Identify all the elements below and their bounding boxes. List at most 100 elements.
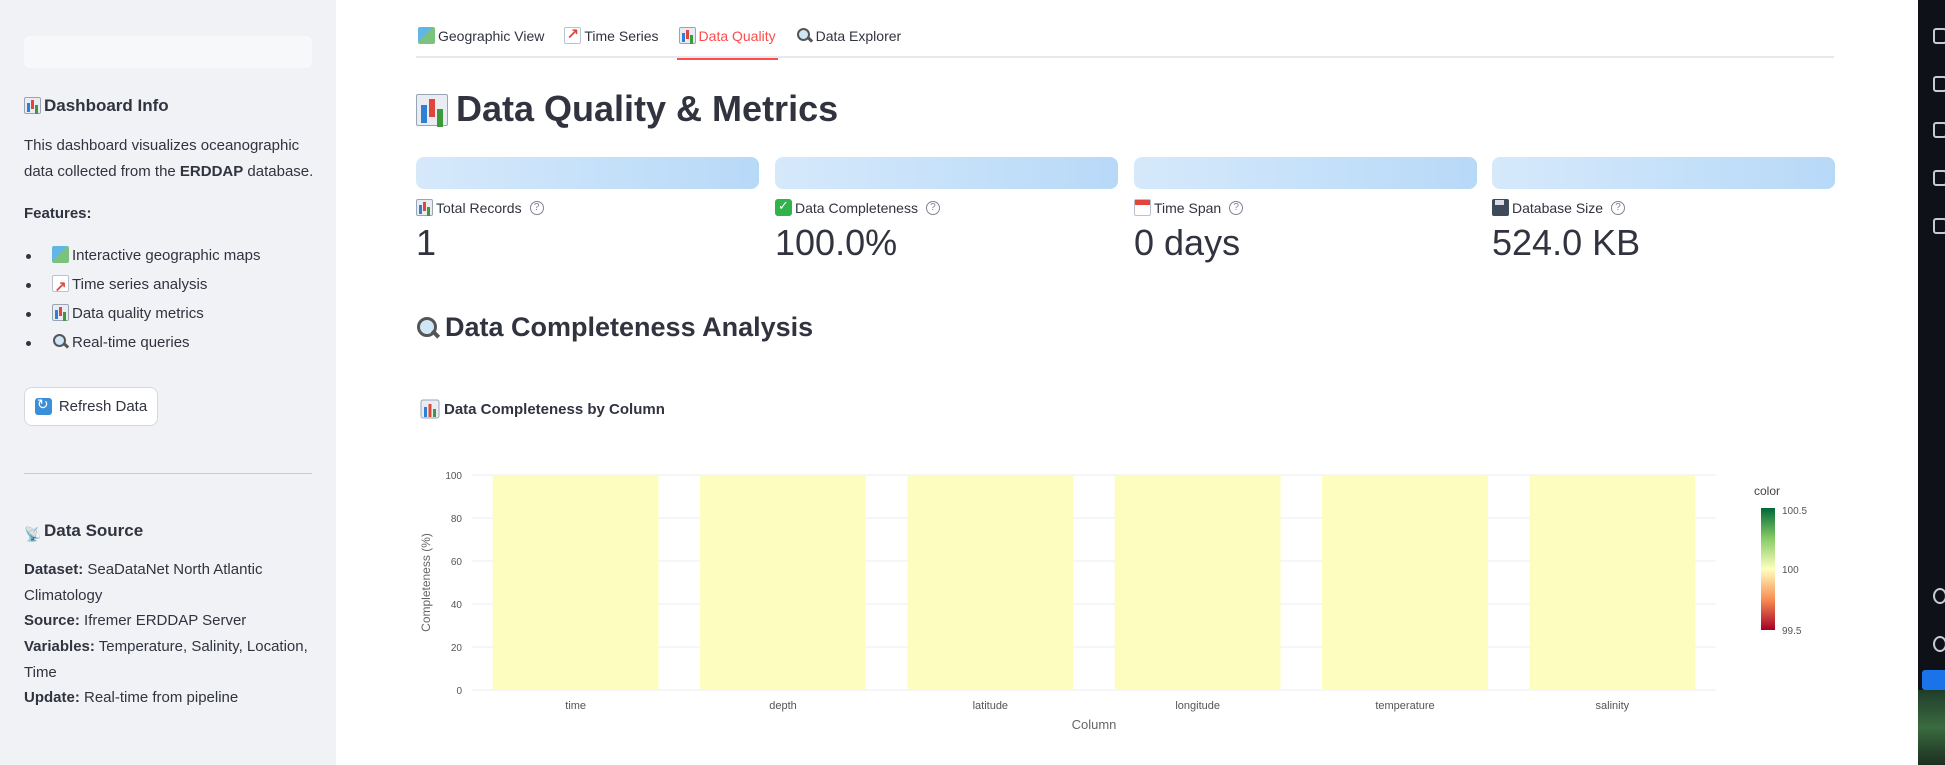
settings-icon[interactable] [1933, 636, 1945, 652]
x-tick-label: time [565, 700, 586, 712]
y-tick-label: 20 [451, 643, 463, 654]
update-value: Real-time from pipeline [79, 689, 239, 706]
metric-data-completeness: Data Completeness? 100.0% [775, 157, 1118, 264]
layout-icon[interactable] [1933, 76, 1945, 92]
section-title: Data Completeness Analysis [416, 312, 813, 343]
dashboard-info-title: Dashboard Info [44, 96, 169, 115]
page-title: Data Quality & Metrics [416, 88, 838, 130]
bug-icon[interactable] [1933, 28, 1945, 44]
page-title-text: Data Quality & Metrics [456, 88, 839, 129]
tab-bar: Geographic View Time Series Data Quality… [416, 22, 1834, 60]
magnifier-icon [796, 27, 813, 44]
colorbar-title: color [1754, 484, 1780, 498]
tab-geographic-view[interactable]: Geographic View [416, 22, 546, 58]
help-icon[interactable]: ? [529, 200, 544, 215]
map-icon [418, 27, 435, 44]
tab-data-explorer[interactable]: Data Explorer [794, 22, 904, 58]
bar-latitude[interactable] [907, 475, 1074, 690]
metric-label: Time Span? [1134, 199, 1477, 216]
list-item: Data quality metrics [24, 299, 260, 328]
bar-longitude[interactable] [1114, 475, 1281, 690]
dashboard-info-heading: Dashboard Info [24, 96, 169, 116]
update-label: Update: [24, 689, 80, 706]
bar-chart-icon [678, 27, 696, 44]
help-icon[interactable]: ? [1611, 200, 1626, 215]
account-icon[interactable] [1933, 588, 1945, 604]
tab-data-quality[interactable]: Data Quality [676, 22, 778, 60]
data-source-title: Data Source [44, 521, 144, 540]
metric-value: 524.0 KB [1492, 222, 1641, 263]
section-title-text: Data Completeness Analysis [445, 312, 814, 342]
refresh-data-button[interactable]: Refresh Data [24, 387, 158, 426]
bar-chart-icon-bar [428, 404, 432, 417]
y-tick-label: 60 [451, 557, 463, 568]
source-update: Update: Real-time from pipeline [24, 685, 319, 711]
tab-time-series[interactable]: Time Series [562, 22, 660, 58]
metric-time-span: Time Span? 0 days [1134, 157, 1477, 264]
calendar-icon [1134, 199, 1151, 216]
tab-label: Data Explorer [815, 28, 902, 44]
completeness-chart[interactable]: Data Completeness by Column 0 20 40 60 80 100… [416, 390, 1836, 740]
source-variables: Variables: Temperature, Salinity, Locati… [24, 634, 319, 686]
bar-depth[interactable] [700, 475, 866, 690]
bar-chart-icon [52, 304, 69, 321]
y-tick-label: 100 [445, 471, 462, 482]
metric-label-text: Database Size [1512, 199, 1604, 216]
source-value: Ifremer ERDDAP Server [79, 612, 247, 629]
bar-chart-icon [416, 199, 433, 216]
x-tick-label: longitude [1175, 700, 1220, 712]
metric-value: 100.0% [775, 222, 898, 263]
check-mark-icon [775, 198, 792, 216]
flask-icon[interactable] [1933, 122, 1945, 138]
metric-label-text: Time Span [1154, 199, 1222, 216]
bar-time[interactable] [492, 475, 659, 690]
metric-banner [416, 157, 759, 189]
help-icon[interactable]: ? [1229, 200, 1244, 215]
feature-label: Interactive geographic maps [72, 247, 261, 264]
help-icon[interactable]: ? [925, 200, 940, 215]
feature-label: Real-time queries [72, 334, 190, 351]
info-text-bold: ERDDAP [179, 163, 244, 180]
metric-banner [1492, 157, 1835, 189]
bar-temperature[interactable] [1322, 475, 1488, 690]
satellite-antenna-icon [24, 524, 41, 541]
dashboard-info-text: This dashboard visualizes oceanographic … [24, 133, 314, 185]
x-axis-label: Column [1072, 717, 1117, 732]
info-text-part-2: database. [243, 163, 314, 180]
metric-label-text: Total Records [436, 199, 522, 216]
bar-chart-icon [24, 97, 41, 114]
list-item: Time series analysis [24, 270, 260, 302]
y-tick-label: 80 [451, 514, 463, 525]
y-tick-label: 0 [456, 686, 462, 697]
y-tick-label: 40 [451, 600, 463, 611]
cloud-icon[interactable] [1933, 170, 1945, 186]
tab-label: Data Quality [698, 28, 776, 44]
bar-chart-icon-bar [424, 407, 427, 417]
metric-label: Data Completeness? [775, 198, 1118, 216]
sidebar-divider [24, 473, 312, 474]
bar-chart-icon-bar [433, 409, 436, 417]
refresh-icon [34, 396, 52, 415]
dataset-label: Dataset: [24, 561, 84, 578]
tab-label: Time Series [584, 28, 659, 44]
metric-value: 0 days [1134, 222, 1241, 263]
wallpaper-thumbnail [1918, 690, 1945, 765]
magnifier-icon [416, 316, 440, 340]
source-label: Source: [24, 612, 80, 629]
refresh-button-label: Refresh Data [58, 398, 148, 415]
bar-salinity[interactable] [1529, 475, 1696, 690]
x-tick-label: salinity [1596, 700, 1630, 712]
cube-icon[interactable] [1933, 218, 1945, 234]
bar-chart-icon [416, 94, 448, 126]
metric-banner [1134, 157, 1477, 189]
tab-label: Geographic View [438, 28, 545, 44]
sidebar-search-field[interactable] [24, 36, 312, 68]
colorbar [1761, 508, 1775, 630]
colorbar-tick: 100 [1782, 565, 1799, 576]
source-server: Source: Ifremer ERDDAP Server [24, 608, 319, 634]
x-tick-label: latitude [973, 700, 1008, 712]
floppy-disk-icon [1492, 199, 1509, 216]
collapse-icon[interactable] [1922, 670, 1945, 690]
chart-increasing-icon [564, 25, 582, 44]
features-label: Features: [24, 205, 92, 222]
